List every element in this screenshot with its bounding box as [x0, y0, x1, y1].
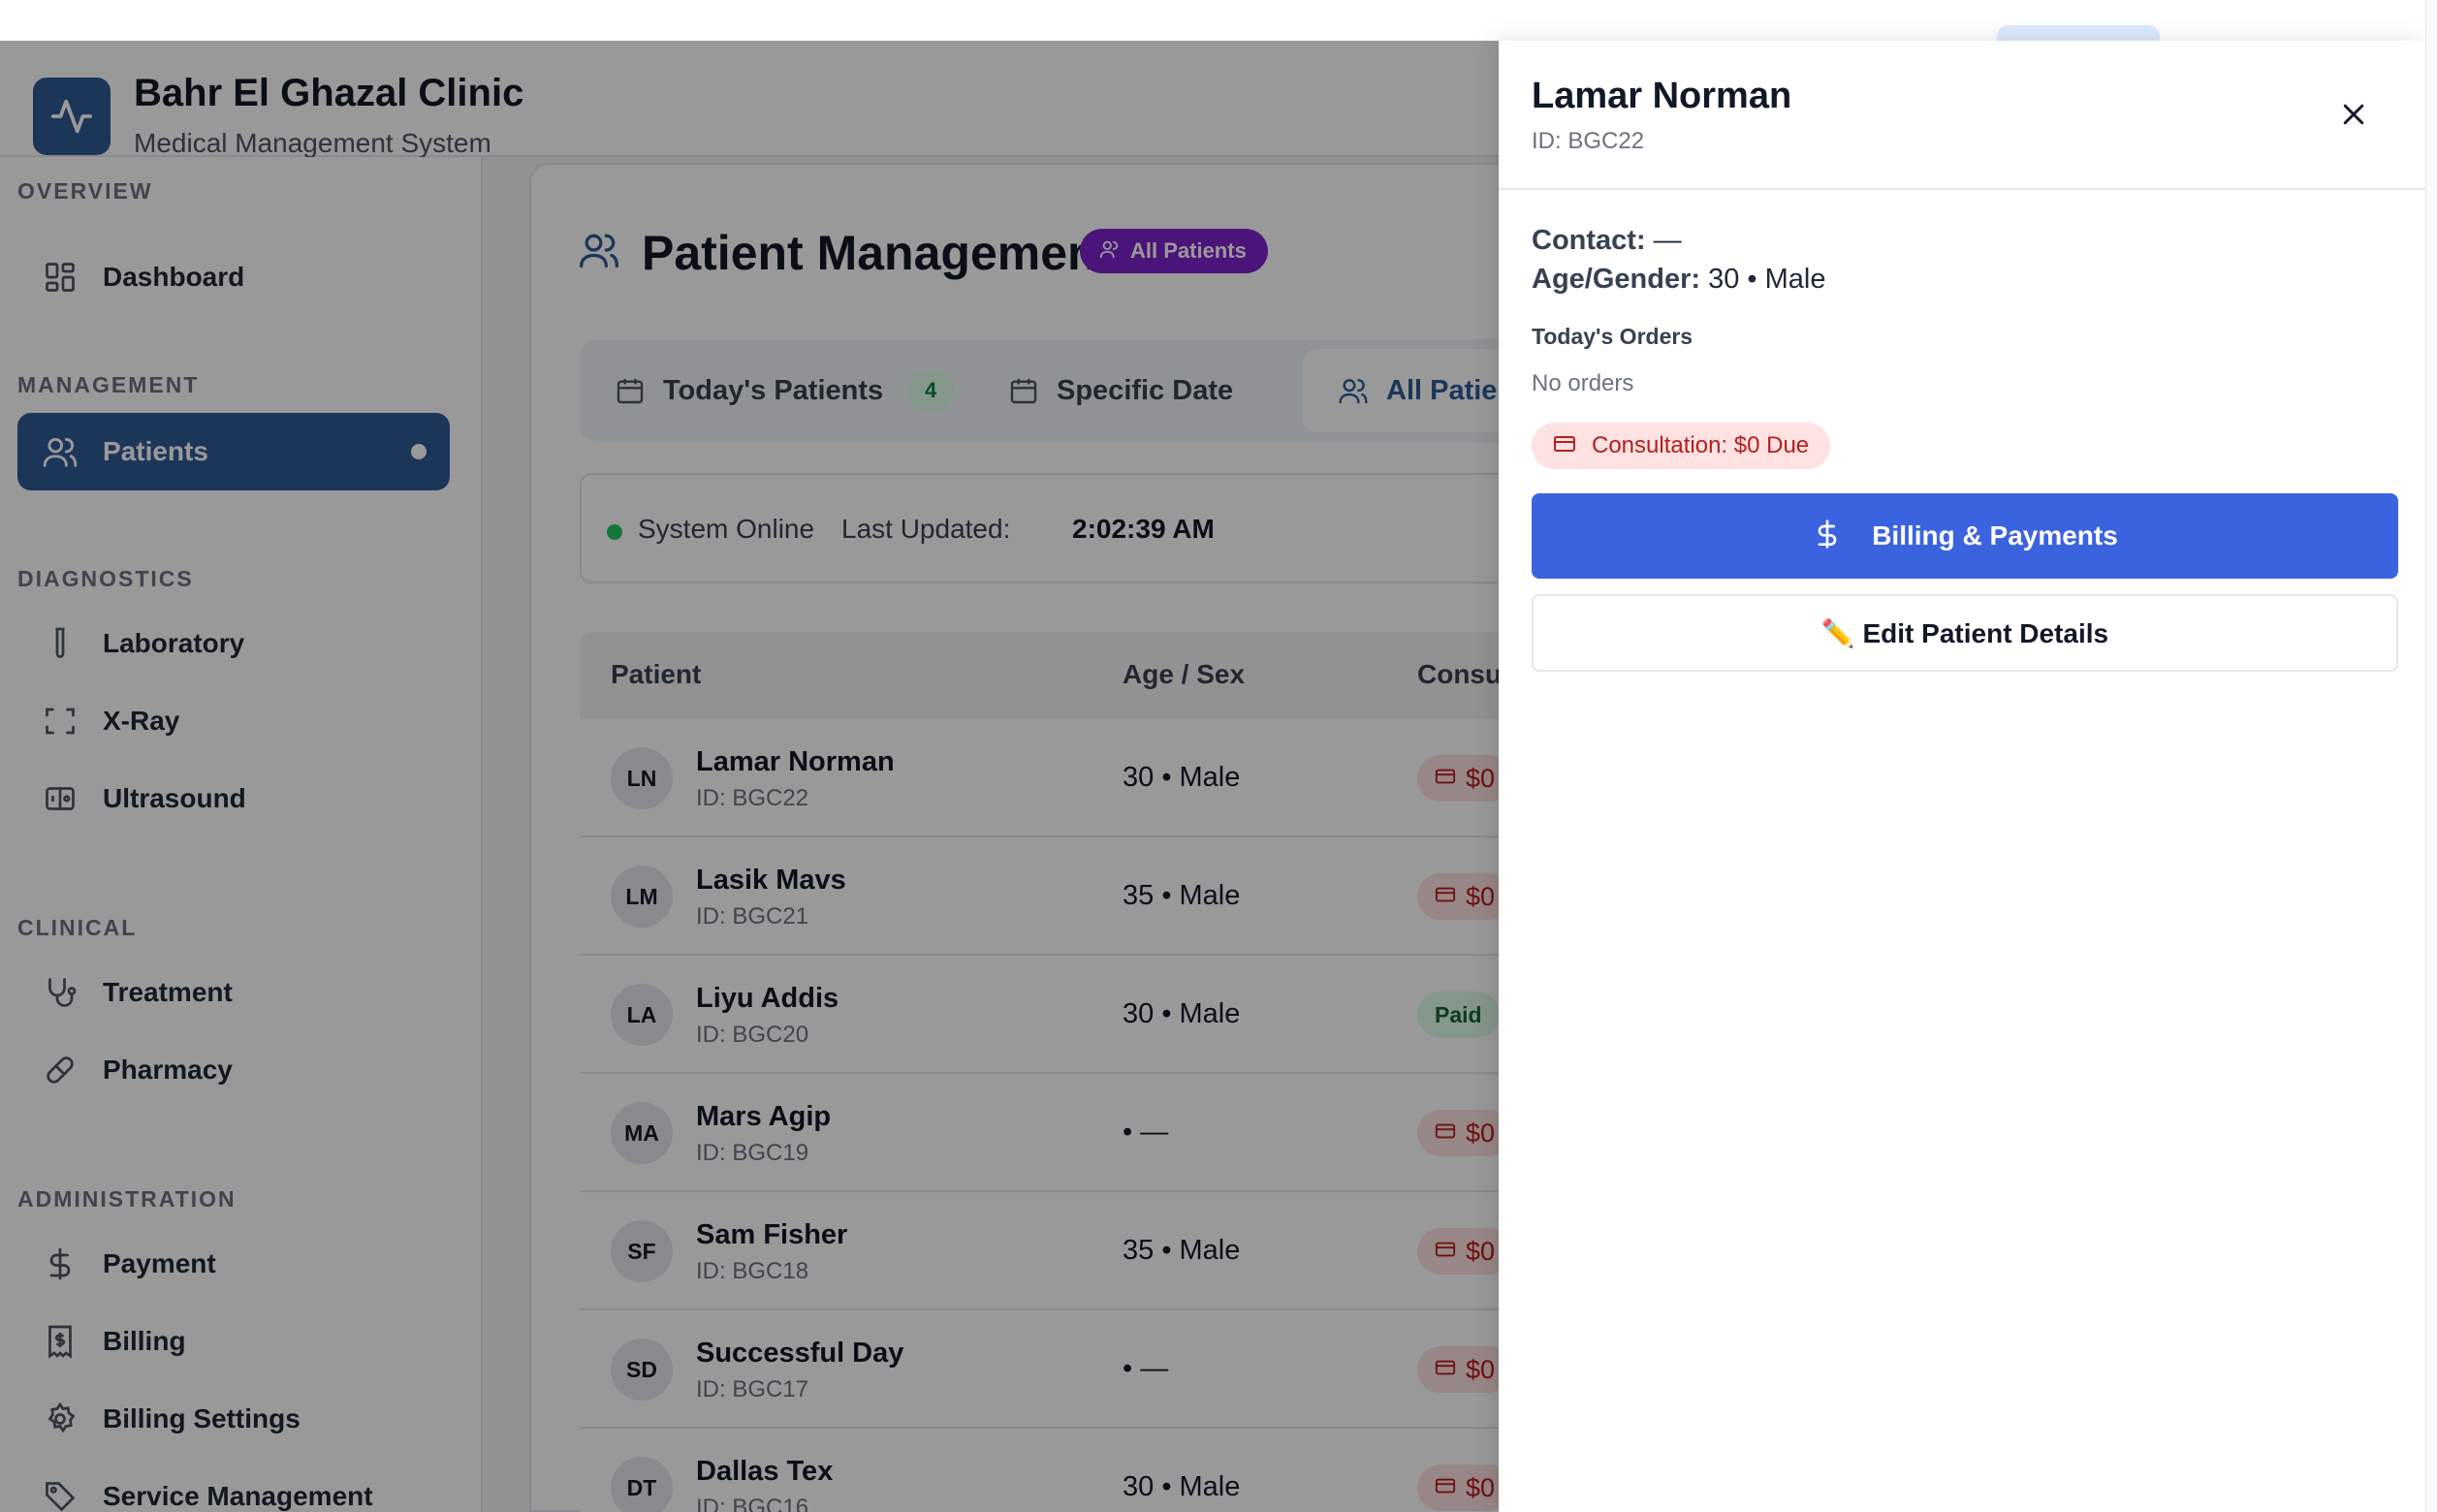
edit-patient-button[interactable]: ✏️ Edit Patient Details	[1532, 594, 2398, 672]
close-icon[interactable]	[2332, 93, 2375, 136]
window-edge	[2425, 0, 2437, 1512]
credit-card-icon	[1553, 432, 1576, 460]
age-gender-value: 30 • Male	[1708, 264, 1826, 295]
patient-detail-drawer: Lamar Norman ID: BGC22 Contact: — Age/Ge…	[1499, 41, 2425, 1512]
consultation-due-badge: Consultation: $0 Due	[1532, 423, 1831, 469]
todays-orders-heading: Today's Orders	[1532, 324, 1693, 349]
due-text: Consultation: $0 Due	[1592, 432, 1810, 458]
contact-line: Contact: —	[1532, 225, 1682, 257]
age-gender-line: Age/Gender: 30 • Male	[1532, 264, 1825, 296]
contact-value: —	[1653, 225, 1682, 256]
edit-button-label: ✏️ Edit Patient Details	[1820, 617, 2109, 648]
drawer-patient-name: Lamar Norman	[1532, 76, 1792, 116]
drawer-patient-id: ID: BGC22	[1532, 128, 1645, 154]
drawer-header: Lamar Norman ID: BGC22	[1499, 41, 2425, 190]
age-gender-label: Age/Gender:	[1532, 264, 1701, 295]
billing-payments-button[interactable]: Billing & Payments	[1532, 493, 2398, 579]
contact-label: Contact:	[1532, 225, 1646, 256]
dollar-icon	[1812, 519, 1843, 554]
billing-button-label: Billing & Payments	[1872, 520, 2118, 551]
no-orders-text: No orders	[1532, 370, 1634, 396]
modal-backdrop[interactable]	[0, 41, 1499, 1512]
top-strip	[0, 0, 2437, 50]
